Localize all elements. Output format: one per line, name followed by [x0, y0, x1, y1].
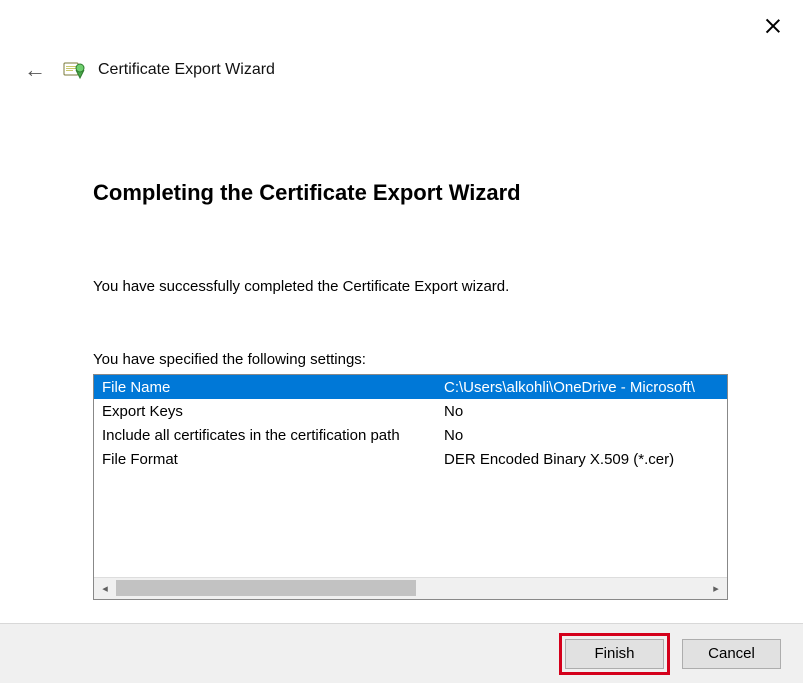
- table-row[interactable]: File Format DER Encoded Binary X.509 (*.…: [94, 447, 727, 471]
- scroll-thumb[interactable]: [116, 580, 416, 596]
- settings-label: You have specified the following setting…: [93, 351, 733, 368]
- scroll-right-icon[interactable]: ▸: [705, 578, 727, 600]
- success-message: You have successfully completed the Cert…: [93, 278, 733, 295]
- horizontal-scrollbar[interactable]: ◂ ▸: [94, 577, 727, 599]
- finish-highlight: Finish: [559, 633, 670, 675]
- cell-value: No: [444, 427, 719, 444]
- cell-label: Export Keys: [102, 403, 444, 420]
- cell-label: File Name: [102, 379, 444, 396]
- wizard-header: ← Certificate Export Wizard: [0, 0, 803, 82]
- certificate-wizard-icon: [62, 58, 86, 82]
- scroll-track[interactable]: [116, 578, 705, 599]
- table-row[interactable]: Export Keys No: [94, 399, 727, 423]
- cancel-button[interactable]: Cancel: [682, 639, 781, 669]
- close-icon[interactable]: [765, 18, 781, 34]
- cell-label: File Format: [102, 451, 444, 468]
- settings-table: File Name C:\Users\alkohli\OneDrive - Mi…: [93, 374, 728, 600]
- cell-label: Include all certificates in the certific…: [102, 427, 444, 444]
- cell-value: C:\Users\alkohli\OneDrive - Microsoft\: [444, 379, 719, 396]
- scroll-left-icon[interactable]: ◂: [94, 578, 116, 600]
- page-heading: Completing the Certificate Export Wizard: [93, 180, 733, 206]
- dialog-footer: Finish Cancel: [0, 623, 803, 683]
- table-row[interactable]: Include all certificates in the certific…: [94, 423, 727, 447]
- main-content: Completing the Certificate Export Wizard…: [0, 82, 803, 600]
- cell-value: DER Encoded Binary X.509 (*.cer): [444, 451, 719, 468]
- finish-button[interactable]: Finish: [565, 639, 664, 669]
- back-arrow-icon[interactable]: ←: [20, 59, 50, 81]
- cell-value: No: [444, 403, 719, 420]
- wizard-title: Certificate Export Wizard: [98, 61, 275, 79]
- table-row[interactable]: File Name C:\Users\alkohli\OneDrive - Mi…: [94, 375, 727, 399]
